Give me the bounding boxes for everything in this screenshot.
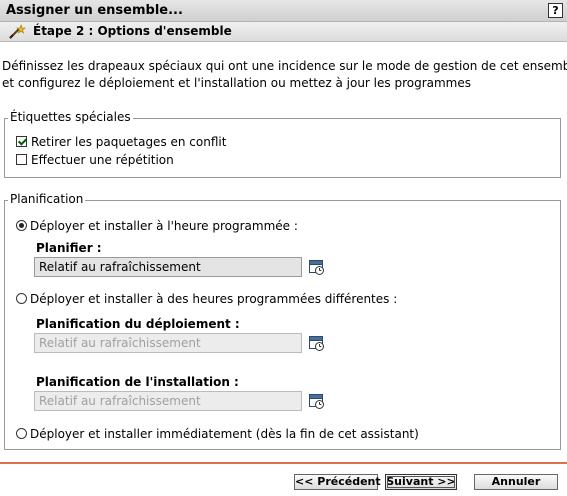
description-line-2: et configurez le déploiement et l'instal…: [2, 76, 472, 90]
radio-row-scheduled[interactable]: Déployer et installer à l'heure programm…: [16, 219, 298, 233]
cancel-button[interactable]: Annuler: [474, 474, 558, 490]
deploy-scheduled-label: Déployer et installer à l'heure programm…: [30, 219, 298, 233]
deploy-different-times-radio[interactable]: [16, 293, 27, 304]
step-title: Étape 2 : Options d'ensemble: [33, 24, 232, 38]
checkbox-row-conflict[interactable]: Retirer les paquetages en conflit: [16, 135, 226, 149]
deployment-schedule-label: Planification du déploiement :: [36, 317, 240, 331]
help-button[interactable]: ?: [548, 3, 563, 18]
page-description: Définissez les drapeaux spéciaux qui ont…: [2, 58, 567, 92]
perform-rehearsal-checkbox[interactable]: [16, 154, 27, 165]
schedule-field[interactable]: Relatif au rafraîchissement: [34, 257, 302, 277]
schedule-field-label: Planifier :: [36, 241, 102, 255]
previous-button[interactable]: << Précédent: [294, 474, 381, 490]
radio-row-immediate[interactable]: Déployer et installer immédiatement (dès…: [16, 427, 419, 441]
calendar-icon[interactable]: [308, 392, 326, 413]
wand-icon: [8, 24, 26, 43]
calendar-icon[interactable]: [308, 258, 326, 279]
window-titlebar: Assigner un ensemble... ?: [0, 0, 567, 22]
remove-conflicting-packages-label: Retirer les paquetages en conflit: [31, 135, 227, 149]
special-labels-legend: Étiquettes spéciales: [8, 110, 133, 124]
deploy-immediately-radio[interactable]: [16, 428, 27, 439]
deploy-immediately-label: Déployer et installer immédiatement (dès…: [30, 427, 419, 441]
deployment-schedule-field[interactable]: Relatif au rafraîchissement: [34, 333, 302, 353]
radio-row-different[interactable]: Déployer et installer à des heures progr…: [16, 292, 397, 306]
schedule-legend: Planification: [8, 192, 86, 206]
installation-schedule-label: Planification de l'installation :: [36, 375, 239, 389]
installation-schedule-field[interactable]: Relatif au rafraîchissement: [34, 391, 302, 411]
checkbox-row-rehearsal[interactable]: Effectuer une répétition: [16, 153, 174, 167]
description-line-1: Définissez les drapeaux spéciaux qui ont…: [2, 59, 567, 73]
footer-separator: [0, 462, 567, 464]
window-title: Assigner un ensemble...: [6, 3, 183, 18]
calendar-icon[interactable]: [308, 334, 326, 355]
deploy-scheduled-radio[interactable]: [16, 220, 27, 231]
next-button[interactable]: Suivant >>: [385, 474, 457, 490]
perform-rehearsal-label: Effectuer une répétition: [31, 153, 174, 167]
step-header: Étape 2 : Options d'ensemble: [0, 22, 567, 42]
deploy-different-times-label: Déployer et installer à des heures progr…: [30, 292, 398, 306]
remove-conflicting-packages-checkbox[interactable]: [16, 136, 27, 147]
